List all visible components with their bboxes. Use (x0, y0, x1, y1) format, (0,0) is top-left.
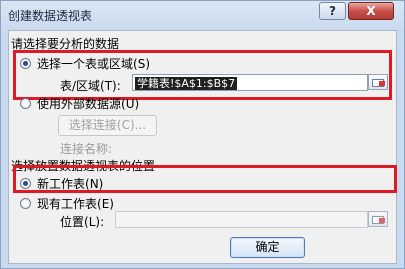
range-input[interactable]: 学籍表!$A$1:$B$7 (132, 74, 368, 91)
title-bar[interactable]: 创建数据透视表 ? X (1, 1, 404, 29)
collapse-dialog-range-icon[interactable] (368, 74, 388, 90)
range-label: 表/区域(T): (60, 79, 121, 93)
location-input[interactable] (115, 211, 368, 228)
connection-name-label: 连接名称: (60, 142, 113, 156)
collapse-dialog-location-icon[interactable] (368, 211, 388, 227)
option-existing-worksheet-label[interactable]: 现有工作表(E) (37, 195, 114, 212)
help-icon: ? (329, 4, 336, 18)
radio-table-or-range[interactable] (20, 58, 31, 69)
ok-button[interactable]: 确定 (230, 237, 305, 258)
close-icon: X (366, 4, 376, 18)
location-label: 位置(L): (60, 215, 105, 229)
range-input-value: 学籍表!$A$1:$B$7 (135, 77, 238, 90)
radio-external-source[interactable] (20, 98, 31, 109)
dialog-title: 创建数据透视表 (8, 9, 93, 23)
radio-existing-worksheet[interactable] (20, 198, 31, 209)
create-pivot-table-dialog: 创建数据透视表 ? X 请选择要分析的数据 选择一个表或区域(S) 表/区域(T… (0, 0, 405, 269)
option-external-source-label[interactable]: 使用外部数据源(U) (37, 95, 139, 112)
help-button[interactable]: ? (319, 2, 346, 20)
option-new-worksheet-label[interactable]: 新工作表(N) (37, 175, 103, 192)
option-table-or-range-label[interactable]: 选择一个表或区域(S) (37, 55, 150, 72)
radio-new-worksheet[interactable] (20, 178, 31, 189)
choose-connection-button[interactable]: 选择连接(C)... (58, 115, 157, 136)
close-button[interactable]: X (348, 2, 394, 20)
